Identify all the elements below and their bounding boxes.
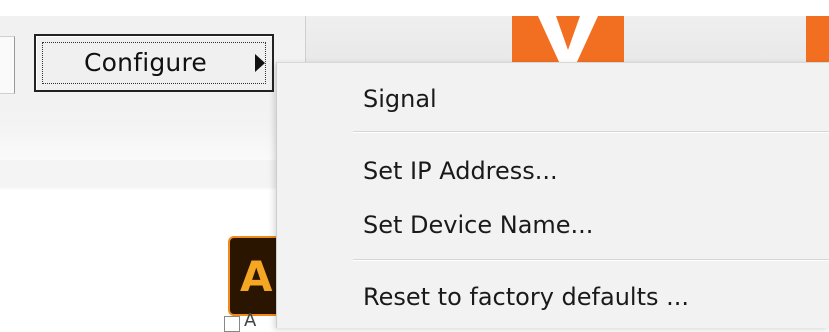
menu-item-reset-factory-defaults[interactable]: Reset to factory defaults ... xyxy=(363,283,689,311)
context-menu: Signal Set IP Address... Set Device Name… xyxy=(276,62,829,328)
panel-divider xyxy=(0,124,305,160)
menu-item-signal[interactable]: Signal xyxy=(363,85,437,113)
menu-item-set-ip-address[interactable]: Set IP Address... xyxy=(363,157,558,185)
menu-item-set-device-name[interactable]: Set Device Name... xyxy=(363,211,593,239)
checkbox[interactable] xyxy=(224,316,240,332)
app-icon-glyph: A xyxy=(240,252,273,301)
logo-letter-icon xyxy=(538,16,598,64)
brand-logo-partial xyxy=(806,16,829,64)
brand-logo xyxy=(512,16,624,64)
menu-separator xyxy=(353,259,829,261)
configure-button[interactable]: Configure xyxy=(34,34,274,92)
menu-separator xyxy=(353,131,829,133)
chevron-right-icon xyxy=(255,54,265,72)
app-caption: A xyxy=(244,310,257,331)
configure-button-label: Configure xyxy=(84,48,207,77)
top-bar xyxy=(0,0,829,16)
left-edge-tab[interactable] xyxy=(0,36,15,94)
